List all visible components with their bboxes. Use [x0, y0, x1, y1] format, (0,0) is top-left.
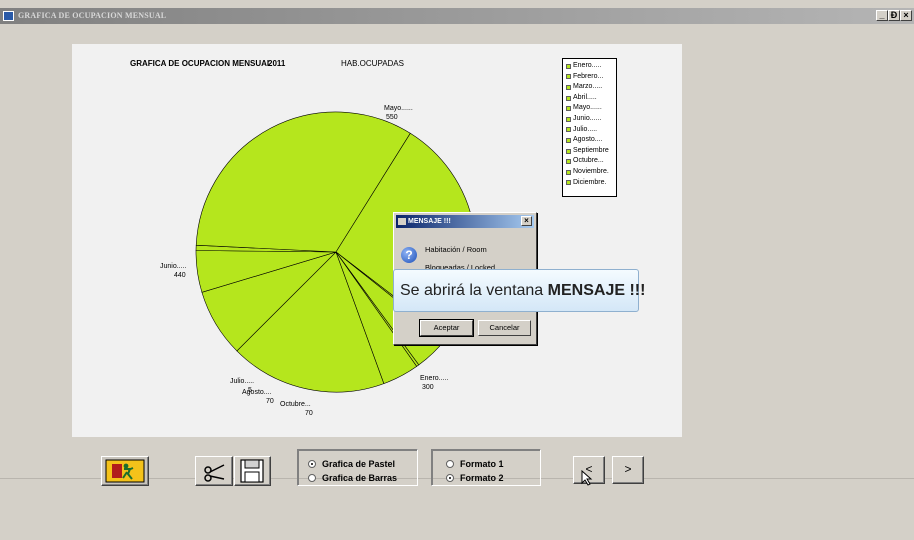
legend-item: Julio.....	[566, 125, 616, 136]
legend-swatch	[566, 148, 571, 154]
legend-item: Agosto....	[566, 135, 616, 146]
radio-dot	[446, 460, 454, 468]
legend-item: Marzo.....	[566, 82, 616, 93]
legend-item: Abril.....	[566, 93, 616, 104]
label-agosto-name: Agosto....	[242, 389, 272, 396]
radio-dot	[308, 460, 316, 468]
legend-label: Julio.....	[573, 125, 598, 133]
legend-item: Octubre...	[566, 156, 616, 167]
legend-label: Septiembre	[573, 146, 609, 154]
radio-dot	[446, 474, 454, 482]
format-group: Formato 1 Formato 2	[431, 449, 541, 486]
legend-swatch	[566, 74, 571, 80]
floppy-disk-icon	[240, 459, 264, 483]
legend-swatch	[566, 116, 571, 122]
label-mayo-value: 550	[386, 114, 398, 121]
dialog-title: MENSAJE !!!	[408, 218, 451, 225]
dialog-titlebar: MENSAJE !!! ×	[396, 215, 534, 228]
legend-swatch	[566, 84, 571, 90]
legend-swatch	[566, 137, 571, 143]
chart-type-group: Grafica de Pastel Grafica de Barras	[297, 449, 418, 486]
legend-item: Febrero...	[566, 72, 616, 83]
dialog-close-button[interactable]: ×	[521, 216, 532, 226]
chart-title: GRAFICA DE OCUPACION MENSUAL	[130, 59, 272, 68]
question-icon: ?	[401, 247, 417, 263]
tooltip-bold: MENSAJE !!!	[547, 282, 646, 299]
next-button[interactable]: >	[612, 456, 644, 484]
maximize-button[interactable]: Ɖ	[888, 10, 900, 21]
cut-button[interactable]	[195, 456, 233, 486]
dialog-line-1: Habitación / Room	[425, 245, 487, 254]
legend-item: Septiembre	[566, 146, 616, 157]
chart-legend: Enero..... Febrero... Marzo..... Abril.....…	[562, 58, 617, 197]
legend-swatch	[566, 63, 571, 69]
legend-label: Octubre...	[573, 157, 604, 165]
legend-item: Diciembre.	[566, 178, 616, 189]
legend-item: Enero.....	[566, 61, 616, 72]
legend-label: Mayo......	[573, 104, 602, 112]
legend-label: Abril.....	[573, 93, 597, 101]
close-button[interactable]: ×	[900, 10, 912, 21]
tooltip-annotation: Se abrirá la ventana MENSAJE !!!	[393, 269, 645, 312]
radio-format-1[interactable]: Formato 1	[446, 459, 504, 469]
label-enero-value: 300	[422, 384, 434, 391]
legend-swatch	[566, 127, 571, 133]
label-octubre-value: 70	[305, 410, 313, 417]
exit-button[interactable]	[101, 456, 149, 486]
chart-panel: GRAFICA DE OCUPACION MENSUAL 2011 HAB.OC…	[72, 44, 682, 437]
cancel-button[interactable]: Cancelar	[478, 320, 531, 336]
scissors-icon	[204, 464, 225, 482]
radio-pie-chart[interactable]: Grafica de Pastel	[308, 459, 395, 469]
legend-label: Diciembre.	[573, 178, 607, 186]
radio-bar-chart[interactable]: Grafica de Barras	[308, 473, 397, 483]
legend-label: Enero.....	[573, 62, 602, 69]
legend-label: Febrero...	[573, 72, 604, 80]
chart-year: 2011	[268, 59, 286, 68]
legend-label: Marzo.....	[573, 83, 603, 91]
legend-label: Junio......	[573, 114, 602, 122]
label-julio-name: Julio.....	[230, 378, 254, 385]
legend-swatch	[566, 169, 571, 175]
legend-swatch	[566, 180, 571, 186]
minimize-button[interactable]: _	[876, 10, 888, 21]
label-mayo-name: Mayo......	[384, 105, 413, 112]
label-agosto-value: 70	[266, 398, 274, 405]
label-junio-name: Junio.....	[160, 263, 187, 270]
radio-dot	[308, 474, 316, 482]
save-button[interactable]	[234, 456, 271, 486]
legend-label: Agosto....	[573, 136, 603, 144]
legend-swatch	[566, 106, 571, 112]
accept-button[interactable]: Aceptar	[419, 319, 474, 337]
legend-item: Noviembre.	[566, 167, 616, 178]
chart-subtitle: HAB.OCUPADAS	[341, 59, 404, 68]
legend-swatch	[566, 95, 571, 101]
radio-format-2[interactable]: Formato 2	[446, 473, 504, 483]
legend-item: Mayo......	[566, 103, 616, 114]
window-titlebar: GRAFICA DE OCUPACION MENSUAL _ Ɖ ×	[0, 8, 914, 24]
exit-icon	[105, 459, 145, 483]
dialog-app-icon	[398, 218, 406, 225]
legend-item: Junio......	[566, 114, 616, 125]
window-title: GRAFICA DE OCUPACION MENSUAL	[18, 11, 167, 20]
mouse-cursor-icon	[581, 470, 593, 486]
label-junio-value: 440	[174, 272, 186, 279]
label-octubre-name: Octubre...	[280, 401, 311, 408]
app-icon	[3, 11, 14, 21]
legend-label: Noviembre.	[573, 167, 609, 175]
label-enero-name: Enero.....	[420, 375, 448, 382]
tooltip-text: Se abrirá la ventana	[400, 282, 548, 299]
legend-swatch	[566, 159, 571, 165]
